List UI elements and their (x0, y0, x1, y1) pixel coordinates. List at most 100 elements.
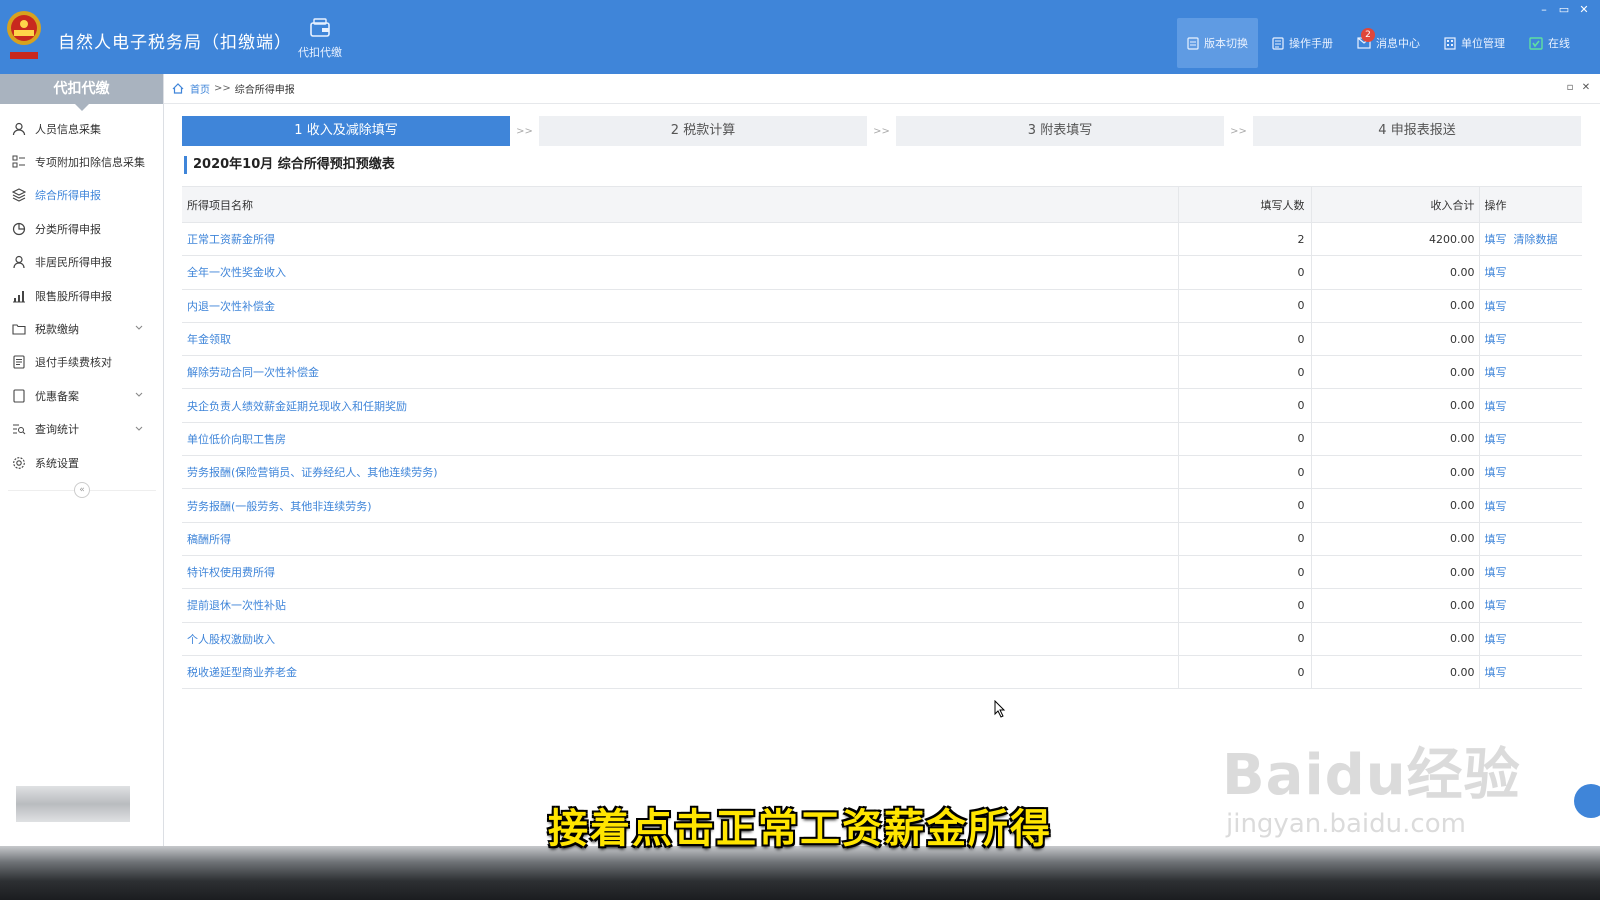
fill-link[interactable]: 填写 (1485, 300, 1507, 313)
operation-cell: 填写 (1479, 322, 1582, 357)
table-row: 内退一次性补偿金 0 0.00 填写 (182, 289, 1582, 323)
fill-link[interactable]: 填写 (1485, 599, 1507, 612)
top-bar: 自然人电子税务局（扣缴端） 代扣代缴 版本切换 操作手册 2 消息中心 单位管理 (0, 0, 1600, 74)
sidebar-nav: 人员信息采集 专项附加扣除信息采集 综合所得申报 分类所得申报 非居民所得申报 … (0, 112, 163, 479)
income-item-name-link[interactable]: 央企负责人绩效薪金延期兑现收入和任期奖励 (182, 388, 1179, 423)
sidebar-item-label: 优惠备案 (35, 389, 79, 403)
income-total-cell: 0.00 (1311, 388, 1480, 423)
step-income-deduction[interactable]: 1 收入及减除填写 (182, 116, 510, 146)
manual-button[interactable]: 操作手册 (1262, 18, 1343, 68)
filled-count-cell: 0 (1178, 422, 1312, 457)
table-row: 税收递延型商业养老金 0 0.00 填写 (182, 655, 1582, 690)
income-item-name-link[interactable]: 个人股权激励收入 (182, 622, 1179, 656)
sidebar-item-restricted-stock[interactable]: 限售股所得申报 (0, 279, 163, 312)
table-row: 劳务报酬(保险营销员、证券经纪人、其他连续劳务) 0 0.00 填写 (182, 455, 1582, 490)
sidebar-item-label: 系统设置 (35, 456, 79, 470)
unit-management-button[interactable]: 单位管理 (1434, 18, 1515, 68)
income-item-name-link[interactable]: 税收递延型商业养老金 (182, 655, 1179, 690)
income-total-cell: 0.00 (1311, 522, 1480, 556)
income-item-name-link[interactable]: 解除劳动合同一次性补偿金 (182, 355, 1179, 390)
minimize-icon[interactable]: – (1534, 2, 1554, 18)
step-arrow: >> (1230, 125, 1247, 137)
step-tax-calculation[interactable]: 2 税款计算 (539, 116, 867, 146)
income-item-name-link[interactable]: 特许权使用费所得 (182, 555, 1179, 590)
table-row: 年金领取 0 0.00 填写 (182, 322, 1582, 357)
breadcrumb-home-link[interactable]: 首页 (190, 81, 210, 96)
fill-link[interactable]: 填写 (1485, 500, 1507, 513)
sidebar-item-special-deduction[interactable]: 专项附加扣除信息采集 (0, 145, 163, 178)
operation-cell: 填写 (1479, 255, 1582, 290)
income-item-name-link[interactable]: 单位低价向职工售房 (182, 422, 1179, 457)
fill-link[interactable]: 填写 (1485, 566, 1507, 579)
online-status-button[interactable]: 在线 (1519, 18, 1580, 68)
fill-link[interactable]: 填写 (1485, 233, 1507, 246)
operation-cell: 填写 (1479, 488, 1582, 523)
table-row: 劳务报酬(一般劳务、其他非连续劳务) 0 0.00 填写 (182, 488, 1582, 523)
income-total-cell: 0.00 (1311, 255, 1480, 290)
wallet-icon (310, 18, 330, 37)
sidebar-item-system-settings[interactable]: 系统设置 (0, 446, 163, 479)
sidebar-collapse-button[interactable]: « (74, 482, 90, 498)
video-subtitle: 接着点击正常工资薪金所得 (548, 806, 1052, 852)
message-center-button[interactable]: 2 消息中心 (1347, 18, 1430, 68)
sidebar-item-label: 综合所得申报 (35, 189, 101, 203)
clear-data-link[interactable]: 清除数据 (1514, 233, 1558, 246)
income-total-cell: 0.00 (1311, 488, 1480, 523)
section-title: 2020年10月 综合所得预扣预缴表 (184, 156, 395, 174)
module-label: 代扣代缴 (298, 46, 342, 59)
income-item-name-link[interactable]: 年金领取 (182, 322, 1179, 357)
sidebar-item-nonresident-income[interactable]: 非居民所得申报 (0, 246, 163, 279)
income-item-name-link[interactable]: 正常工资薪金所得 (182, 222, 1179, 257)
module-withholding-button[interactable]: 代扣代缴 (290, 18, 350, 60)
income-item-name-link[interactable]: 全年一次性奖金收入 (182, 255, 1179, 290)
sidebar-item-preferential-filing[interactable]: 优惠备案 (0, 379, 163, 412)
fill-link[interactable]: 填写 (1485, 666, 1507, 679)
sidebar-item-personnel-info[interactable]: 人员信息采集 (0, 112, 163, 145)
income-item-name-link[interactable]: 劳务报酬(一般劳务、其他非连续劳务) (182, 488, 1179, 523)
step-submit-report[interactable]: 4 申报表报送 (1253, 116, 1581, 146)
close-icon[interactable]: ✕ (1574, 2, 1594, 18)
operation-cell: 填写 (1479, 588, 1582, 623)
folder-icon (12, 324, 26, 335)
tab-close-icon[interactable]: ✕ (1578, 82, 1594, 93)
table-header-row: 所得项目名称 填写人数 收入合计 操作 (182, 186, 1582, 223)
message-center-label: 消息中心 (1376, 37, 1420, 50)
operation-cell: 填写 (1479, 289, 1582, 323)
person-outline-icon (13, 256, 25, 269)
version-switch-button[interactable]: 版本切换 (1177, 18, 1258, 68)
fill-link[interactable]: 填写 (1485, 333, 1507, 346)
pie-icon (12, 222, 26, 235)
filled-count-cell: 0 (1178, 622, 1312, 656)
income-total-cell: 0.00 (1311, 355, 1480, 390)
tab-restore-icon[interactable]: ▫ (1562, 82, 1578, 93)
income-item-name-link[interactable]: 稿酬所得 (182, 522, 1179, 556)
income-total-cell: 0.00 (1311, 455, 1480, 490)
fill-link[interactable]: 填写 (1485, 366, 1507, 379)
maximize-icon[interactable]: ▭ (1554, 2, 1574, 18)
fill-link[interactable]: 填写 (1485, 533, 1507, 546)
fill-link[interactable]: 填写 (1485, 633, 1507, 646)
income-item-name-link[interactable]: 提前退休一次性补贴 (182, 588, 1179, 623)
income-total-cell: 0.00 (1311, 588, 1480, 623)
fill-link[interactable]: 填写 (1485, 433, 1507, 446)
sidebar-item-classified-income[interactable]: 分类所得申报 (0, 212, 163, 245)
step-arrow: >> (873, 125, 890, 137)
fill-link[interactable]: 填写 (1485, 466, 1507, 479)
mouse-cursor-icon (994, 700, 1006, 718)
sidebar-item-refund-fee-check[interactable]: 退付手续费核对 (0, 346, 163, 379)
sidebar-item-comprehensive-income[interactable]: 综合所得申报 (0, 179, 163, 212)
income-item-name-link[interactable]: 内退一次性补偿金 (182, 289, 1179, 323)
file-icon (13, 389, 25, 403)
filled-count-cell: 0 (1178, 289, 1312, 323)
income-item-name-link[interactable]: 劳务报酬(保险营销员、证券经纪人、其他连续劳务) (182, 455, 1179, 490)
online-check-icon (1529, 36, 1543, 50)
fill-link[interactable]: 填写 (1485, 400, 1507, 413)
sidebar: 代扣代缴 人员信息采集 专项附加扣除信息采集 综合所得申报 分类所得申报 非居民… (0, 74, 164, 846)
sidebar-item-tax-payment[interactable]: 税款缴纳 (0, 312, 163, 345)
filled-count-cell: 0 (1178, 355, 1312, 390)
income-total-cell: 0.00 (1311, 322, 1480, 357)
fill-link[interactable]: 填写 (1485, 266, 1507, 279)
chat-bubble-icon[interactable] (1574, 784, 1600, 818)
step-schedule-fill[interactable]: 3 附表填写 (896, 116, 1224, 146)
sidebar-item-query-statistics[interactable]: 查询统计 (0, 413, 163, 446)
